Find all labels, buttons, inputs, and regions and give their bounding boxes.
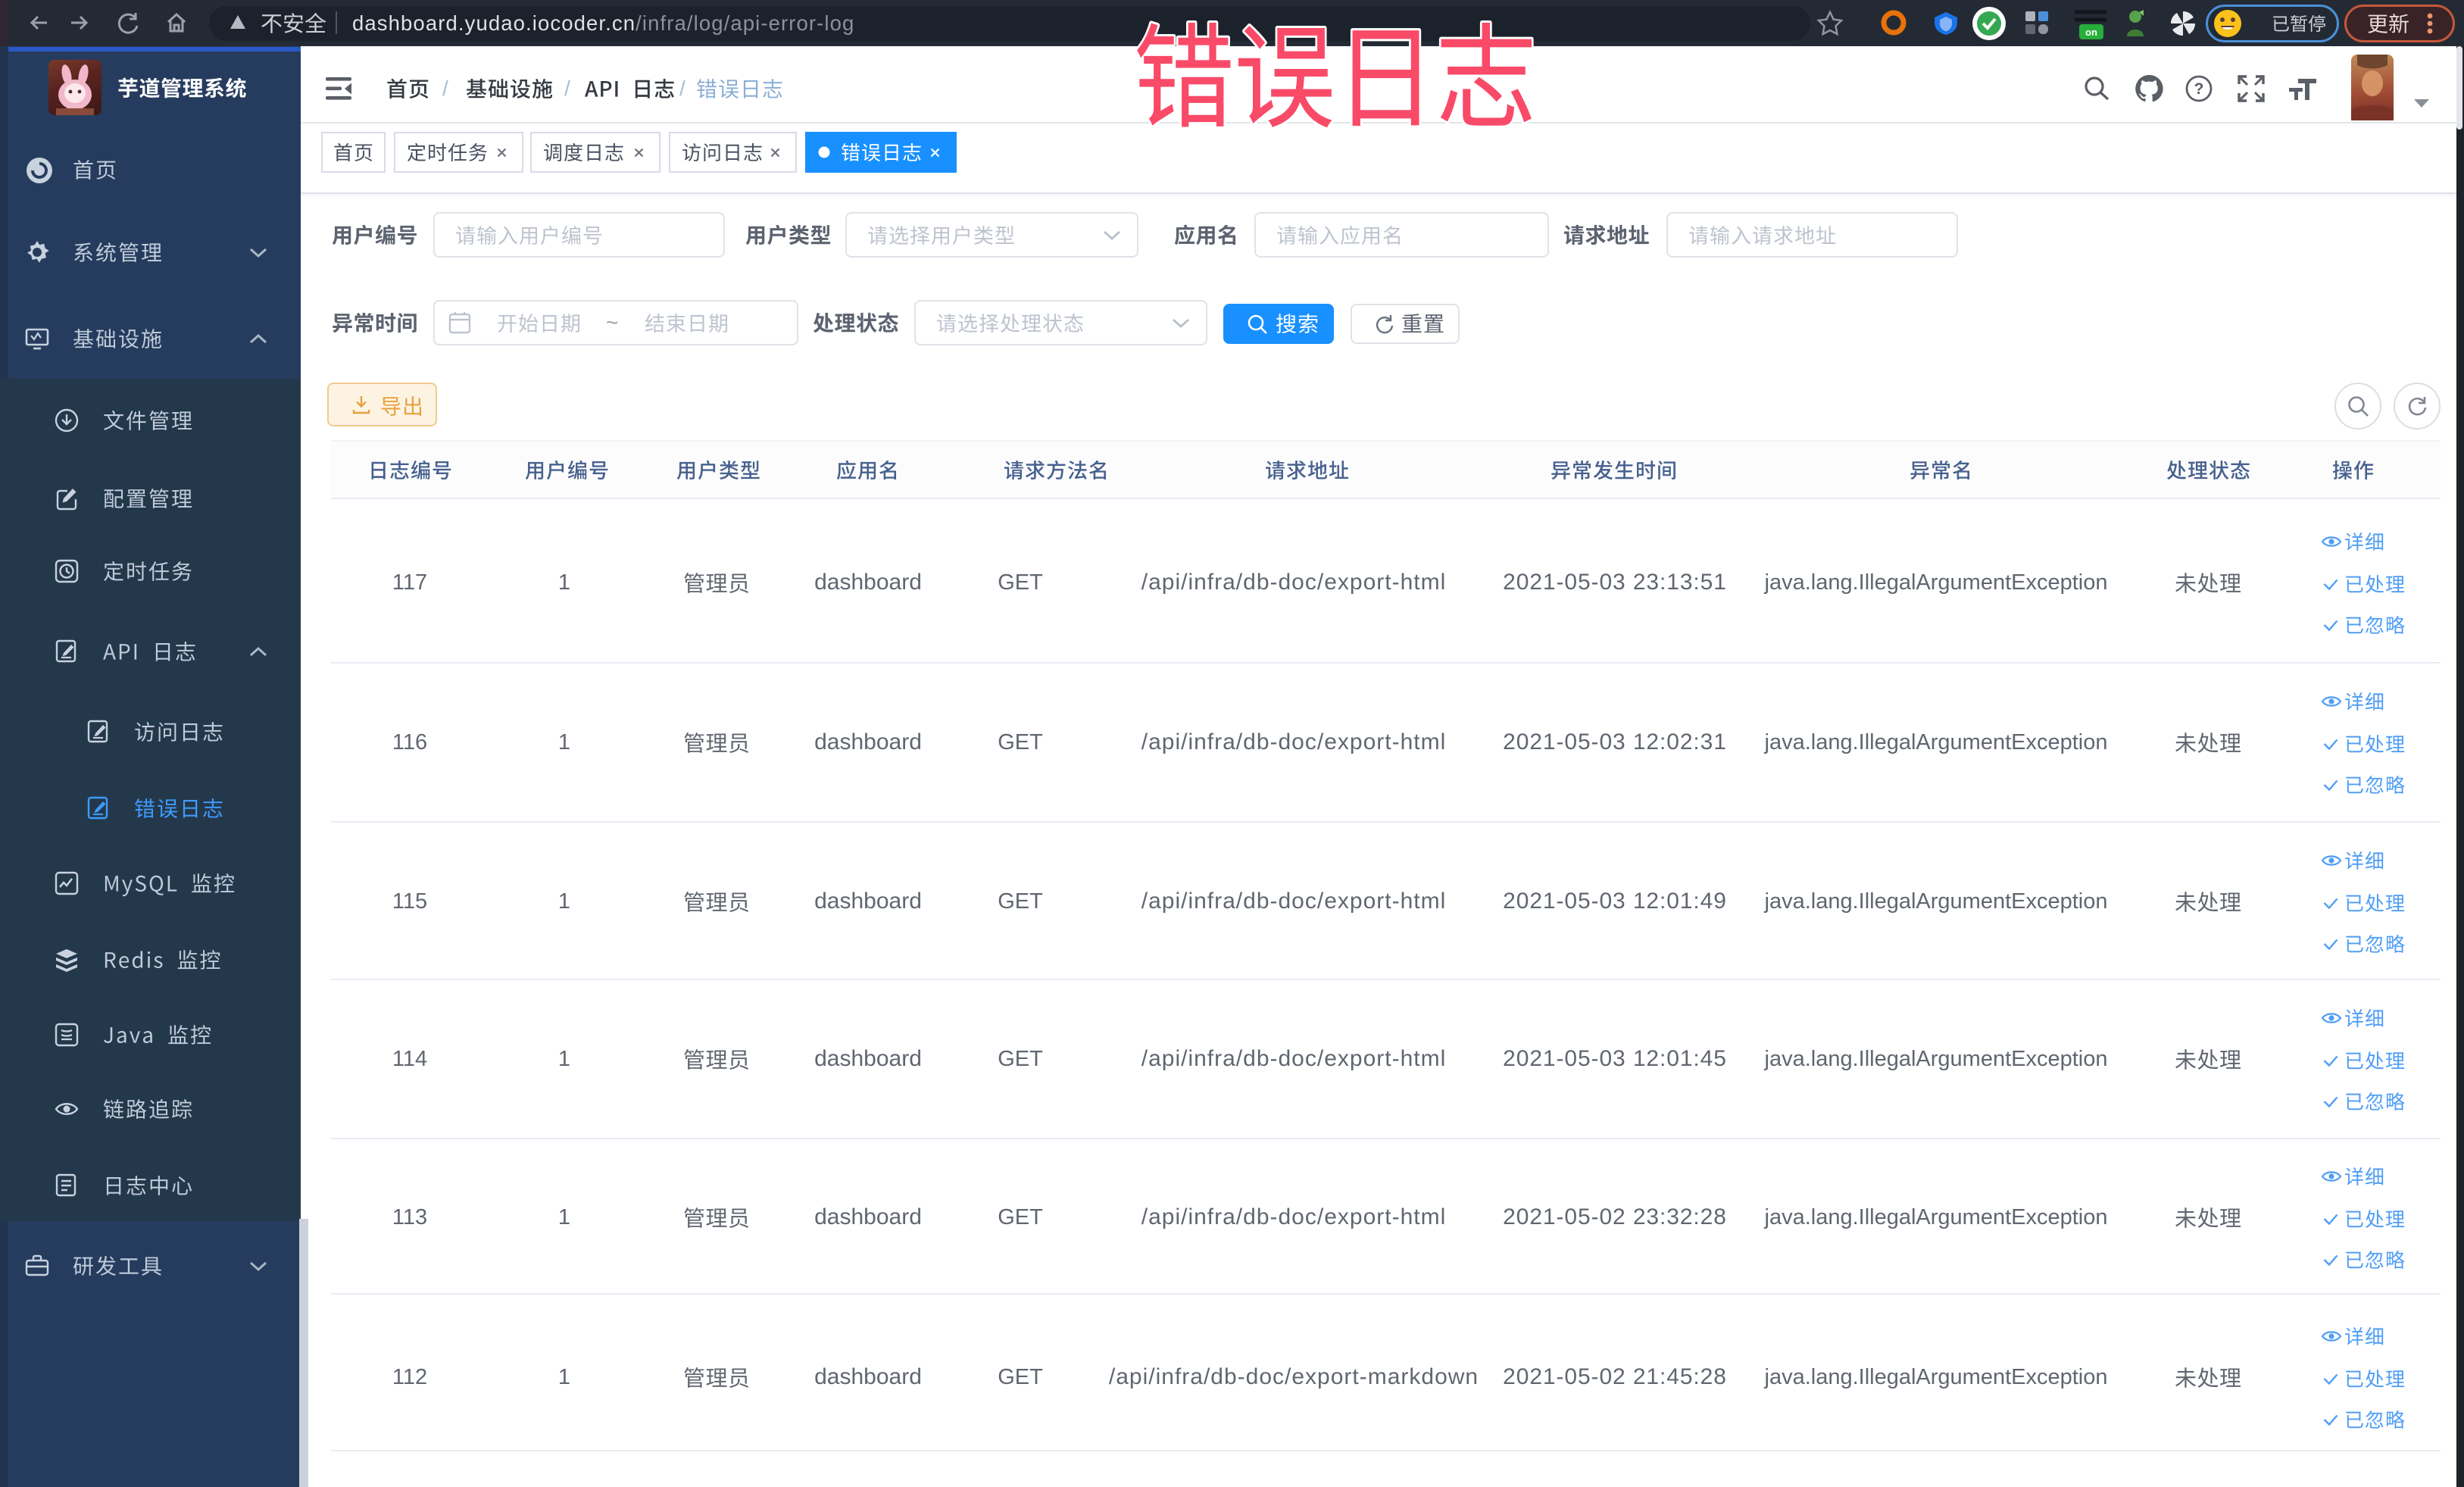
svg-text:on: on [2085,27,2097,38]
svg-text:?: ? [2194,80,2204,98]
